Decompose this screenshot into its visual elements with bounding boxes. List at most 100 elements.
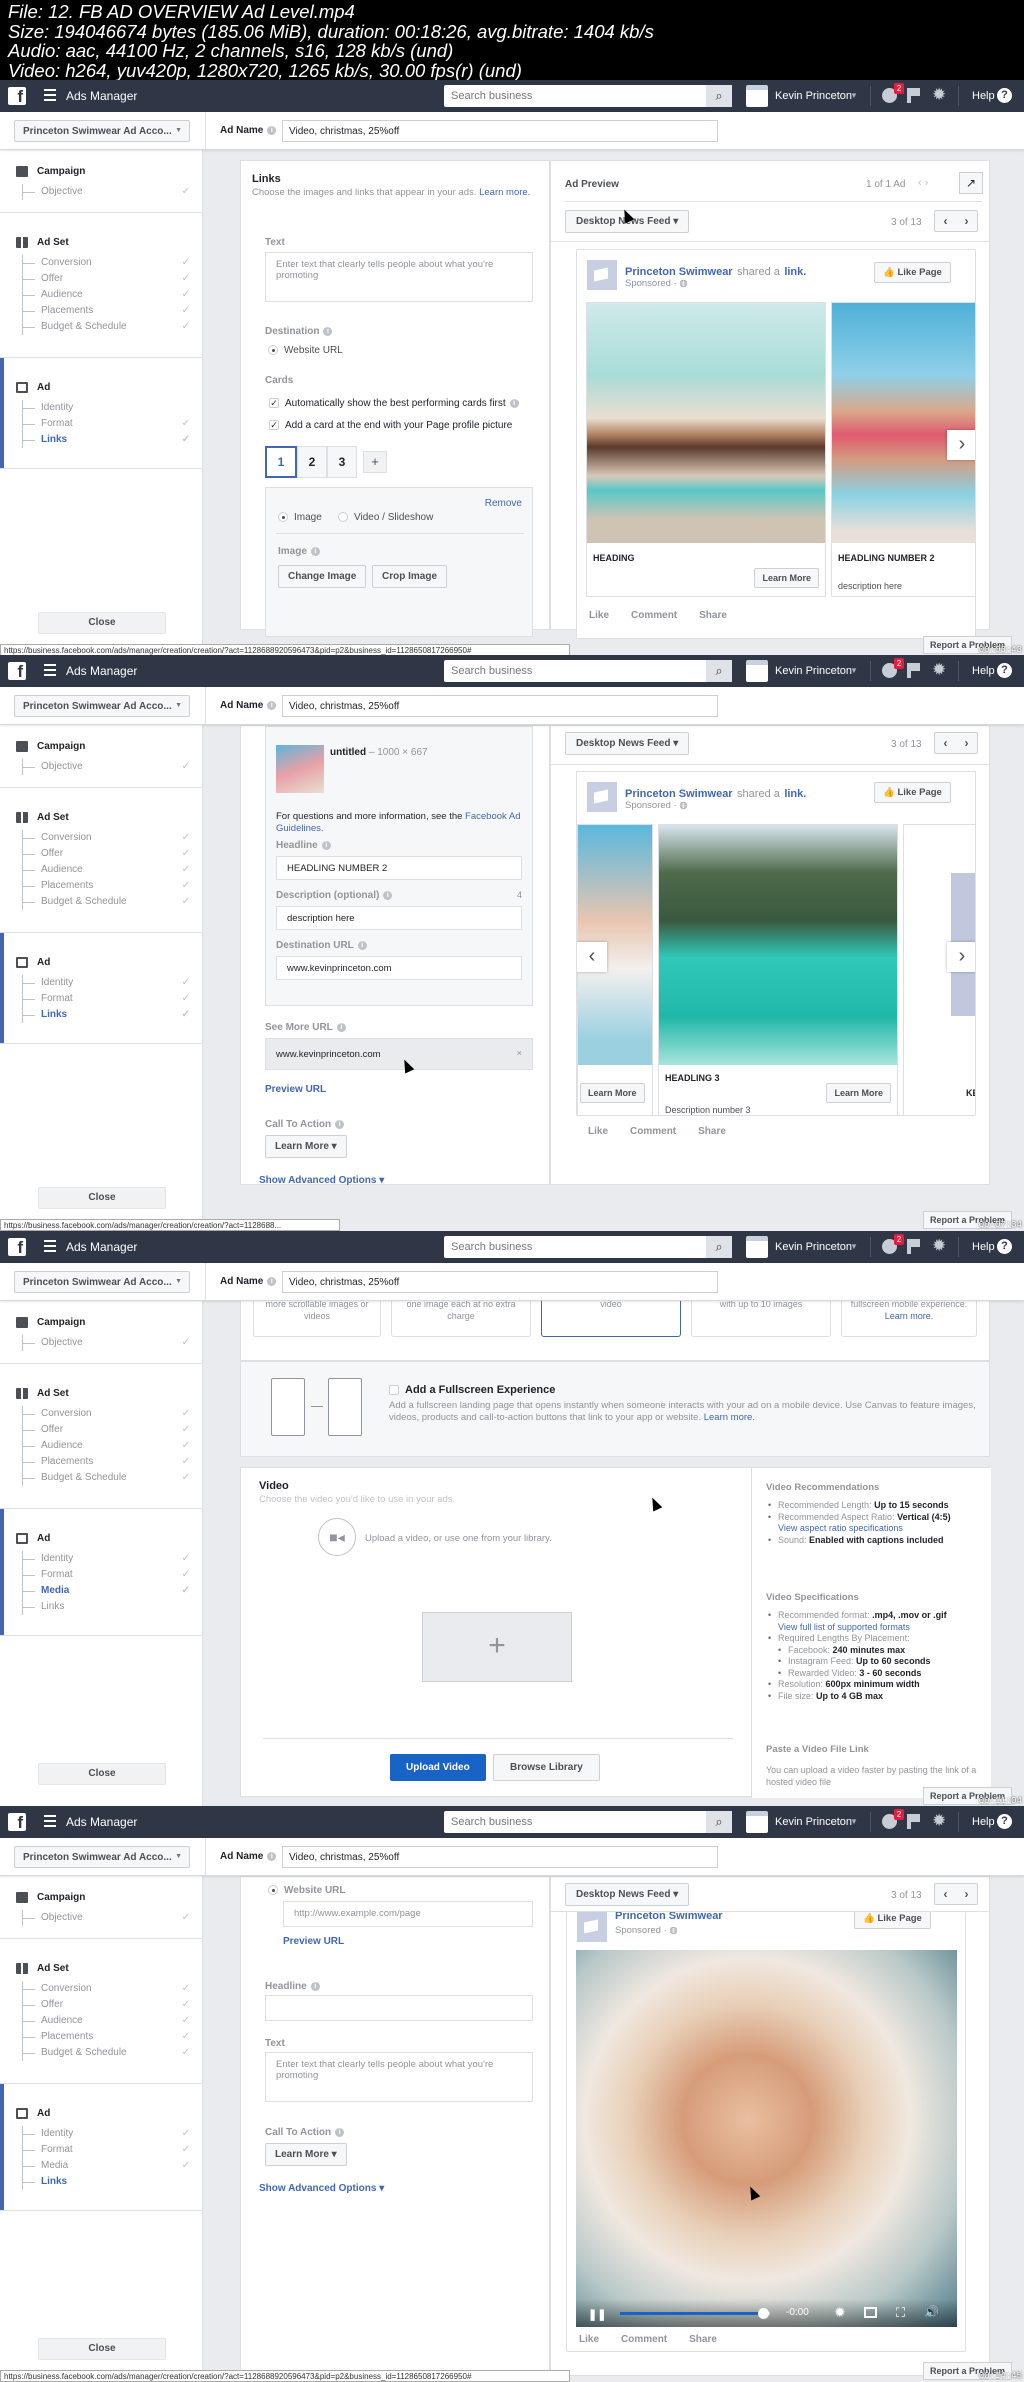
share-action[interactable]: Share bbox=[689, 2334, 717, 2345]
close-button[interactable]: Close bbox=[38, 612, 166, 634]
share-action[interactable]: Share bbox=[698, 1126, 726, 1137]
sidebar-item-budget-schedule[interactable]: Budget & Schedule ✓ bbox=[23, 319, 202, 335]
carousel-card-3[interactable]: HEADLING 3 Learn More Description number… bbox=[658, 824, 898, 1115]
sidebar-item-audience[interactable]: Audience ✓ bbox=[23, 287, 202, 303]
learn-more-link[interactable]: Learn more. bbox=[479, 187, 530, 198]
share-action[interactable]: Share bbox=[699, 610, 727, 621]
website-url-input[interactable]: http://www.example.com/page bbox=[283, 1901, 533, 1927]
sidebar-item-links[interactable]: Links bbox=[23, 2174, 202, 2190]
text-input[interactable]: Enter text that clearly tells people abo… bbox=[265, 252, 533, 302]
carousel-next-icon[interactable]: › bbox=[947, 942, 975, 972]
help-icon[interactable]: ? bbox=[997, 1814, 1012, 1829]
add-video-placeholder[interactable]: + bbox=[422, 1612, 572, 1682]
account-selector[interactable]: Princeton Swimwear Ad Acco... ▼ bbox=[14, 1271, 190, 1293]
search-icon[interactable]: ⌕ bbox=[706, 1811, 732, 1833]
progress-knob[interactable] bbox=[757, 2308, 769, 2319]
help-link[interactable]: Help bbox=[972, 1241, 995, 1253]
sidebar-item-offer[interactable]: Offer ✓ bbox=[23, 271, 202, 287]
next-icon[interactable]: › bbox=[956, 1884, 977, 1904]
description-input[interactable]: description here bbox=[276, 906, 522, 930]
ad-name-input[interactable] bbox=[282, 1271, 718, 1293]
sidebar-item-budget-schedule[interactable]: Budget & Schedule ✓ bbox=[23, 2045, 202, 2061]
sidebar-item-conversion[interactable]: Conversion ✓ bbox=[23, 1981, 202, 1997]
avatar[interactable] bbox=[746, 85, 768, 107]
flag-icon[interactable] bbox=[907, 663, 920, 678]
card-tab-2[interactable]: 2 bbox=[297, 446, 327, 478]
user-name[interactable]: Kevin Princeton bbox=[775, 90, 852, 102]
info-icon[interactable]: i bbox=[321, 840, 331, 850]
close-button[interactable]: Close bbox=[38, 1187, 166, 1209]
fullscreen-icon[interactable]: ⛶ bbox=[896, 2305, 905, 2321]
sidebar-item-media[interactable]: Media ✓ bbox=[23, 1583, 202, 1599]
picture-in-picture-icon[interactable] bbox=[864, 2307, 877, 2318]
carousel-card-1[interactable]: HEADING Learn More bbox=[586, 302, 826, 597]
card-tab-1[interactable]: 1 bbox=[265, 446, 297, 478]
sidebar-item-budget-schedule[interactable]: Budget & Schedule ✓ bbox=[23, 894, 202, 910]
account-selector[interactable]: Princeton Swimwear Ad Acco... ▼ bbox=[14, 120, 190, 142]
video-player[interactable]: ❚❚ -0:00 ✹ ⛶ 🔊 bbox=[576, 1950, 957, 2327]
flag-icon[interactable] bbox=[907, 88, 920, 103]
info-icon[interactable]: i bbox=[267, 125, 277, 135]
volume-icon[interactable]: 🔊 bbox=[924, 2305, 939, 2319]
page-name-link[interactable]: Princeton Swimwear bbox=[625, 788, 733, 800]
sidebar-item-objective[interactable]: Objective ✓ bbox=[23, 759, 202, 775]
chevron-down-icon[interactable]: ▼ bbox=[850, 666, 858, 675]
learn-more-link[interactable]: Learn more. bbox=[704, 1412, 755, 1423]
like-action[interactable]: Like bbox=[589, 610, 609, 621]
sidebar-heading-campaign[interactable]: Campaign bbox=[16, 164, 202, 178]
page-name-link[interactable]: Princeton Swimwear bbox=[625, 266, 733, 278]
menu-icon[interactable] bbox=[44, 664, 56, 676]
sidebar-heading-ad[interactable]: Ad bbox=[16, 2106, 202, 2120]
app-title[interactable]: Ads Manager bbox=[66, 664, 137, 678]
facebook-logo-icon[interactable]: f bbox=[8, 662, 26, 680]
help-icon[interactable]: ? bbox=[997, 663, 1012, 678]
sidebar-item-format[interactable]: Format ✓ bbox=[23, 991, 202, 1007]
change-image-button[interactable]: Change Image bbox=[278, 565, 367, 588]
help-icon[interactable]: ? bbox=[997, 88, 1012, 103]
chevron-down-icon[interactable]: ▼ bbox=[850, 1817, 858, 1826]
app-title[interactable]: Ads Manager bbox=[66, 89, 137, 103]
sidebar-item-media[interactable]: Media ✓ bbox=[23, 2158, 202, 2174]
help-link[interactable]: Help bbox=[972, 1816, 995, 1828]
close-button[interactable]: Close bbox=[38, 2338, 166, 2360]
sidebar-item-audience[interactable]: Audience ✓ bbox=[23, 862, 202, 878]
info-icon[interactable]: i bbox=[335, 2127, 345, 2137]
progress-track[interactable] bbox=[620, 2308, 770, 2319]
sidebar-item-conversion[interactable]: Conversion ✓ bbox=[23, 830, 202, 846]
facebook-logo-icon[interactable]: f bbox=[8, 87, 26, 105]
user-name[interactable]: Kevin Princeton bbox=[775, 1241, 852, 1253]
sidebar-item-audience[interactable]: Audience ✓ bbox=[23, 1438, 202, 1454]
checkbox-unchecked[interactable] bbox=[389, 1385, 399, 1396]
info-icon[interactable]: i bbox=[310, 546, 320, 556]
sidebar-heading-ad[interactable]: Ad bbox=[16, 380, 202, 394]
ad-name-input[interactable] bbox=[282, 695, 718, 717]
radio-selected[interactable] bbox=[268, 1885, 278, 1896]
link-word[interactable]: link. bbox=[784, 266, 806, 278]
browse-library-button[interactable]: Browse Library bbox=[493, 1754, 600, 1781]
sidebar-heading-adset[interactable]: Ad Set bbox=[16, 1961, 202, 1975]
info-icon[interactable]: i bbox=[357, 940, 367, 950]
settings-gear-icon[interactable]: ✹ bbox=[834, 2304, 846, 2321]
info-icon[interactable]: i bbox=[509, 398, 519, 408]
crop-image-button[interactable]: Crop Image bbox=[372, 565, 448, 588]
checkbox-checked[interactable]: ✓ bbox=[269, 420, 279, 431]
see-more-url-input[interactable]: www.kevinprinceton.com × bbox=[265, 1038, 533, 1070]
auto-show-checkbox[interactable]: ✓ Automatically show the best performing … bbox=[269, 398, 519, 409]
sidebar-item-conversion[interactable]: Conversion ✓ bbox=[23, 255, 202, 271]
radio-unselected[interactable] bbox=[338, 512, 348, 523]
info-icon[interactable]: i bbox=[336, 1022, 346, 1032]
cta-dropdown[interactable]: Learn More ▾ bbox=[265, 1135, 347, 1158]
help-icon[interactable]: ? bbox=[997, 1239, 1012, 1254]
info-icon[interactable]: i bbox=[383, 890, 393, 900]
chevron-down-icon[interactable]: ▼ bbox=[850, 91, 858, 100]
radio-selected[interactable] bbox=[268, 345, 278, 356]
comment-action[interactable]: Comment bbox=[630, 1126, 676, 1137]
show-advanced-options-link[interactable]: Show Advanced Options ▾ bbox=[259, 1175, 384, 1186]
sidebar-item-offer[interactable]: Offer ✓ bbox=[23, 1422, 202, 1438]
ad-name-input[interactable] bbox=[282, 120, 718, 142]
destination-url-input[interactable]: www.kevinprinceton.com bbox=[276, 956, 522, 980]
sidebar-item-format[interactable]: Format ✓ bbox=[23, 416, 202, 432]
sidebar-item-placements[interactable]: Placements ✓ bbox=[23, 878, 202, 894]
flag-icon[interactable] bbox=[907, 1814, 920, 1829]
chevron-down-icon[interactable]: ▼ bbox=[850, 1242, 858, 1251]
